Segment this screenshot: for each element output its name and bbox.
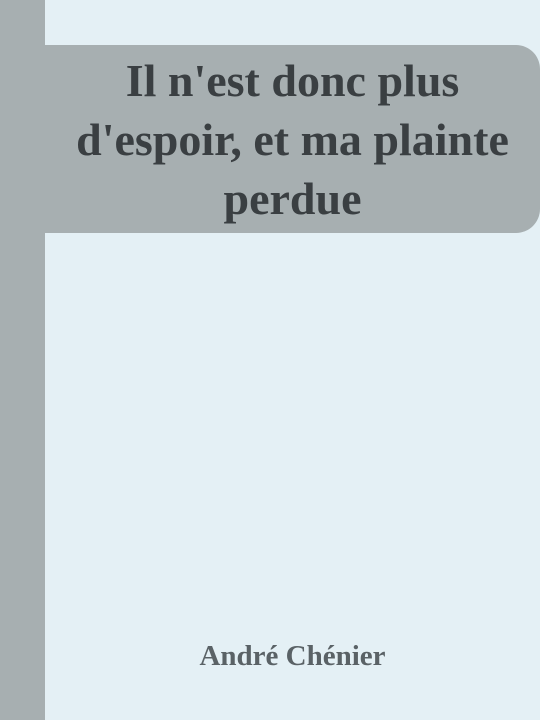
book-title: Il n'est donc plus d'espoir, et ma plain…: [76, 54, 509, 224]
title-band: Il n'est donc plus d'espoir, et ma plain…: [45, 45, 540, 233]
book-author: André Chénier: [199, 640, 386, 672]
book-cover: Il n'est donc plus d'espoir, et ma plain…: [0, 0, 540, 720]
cover-spine-bar: [0, 0, 45, 720]
